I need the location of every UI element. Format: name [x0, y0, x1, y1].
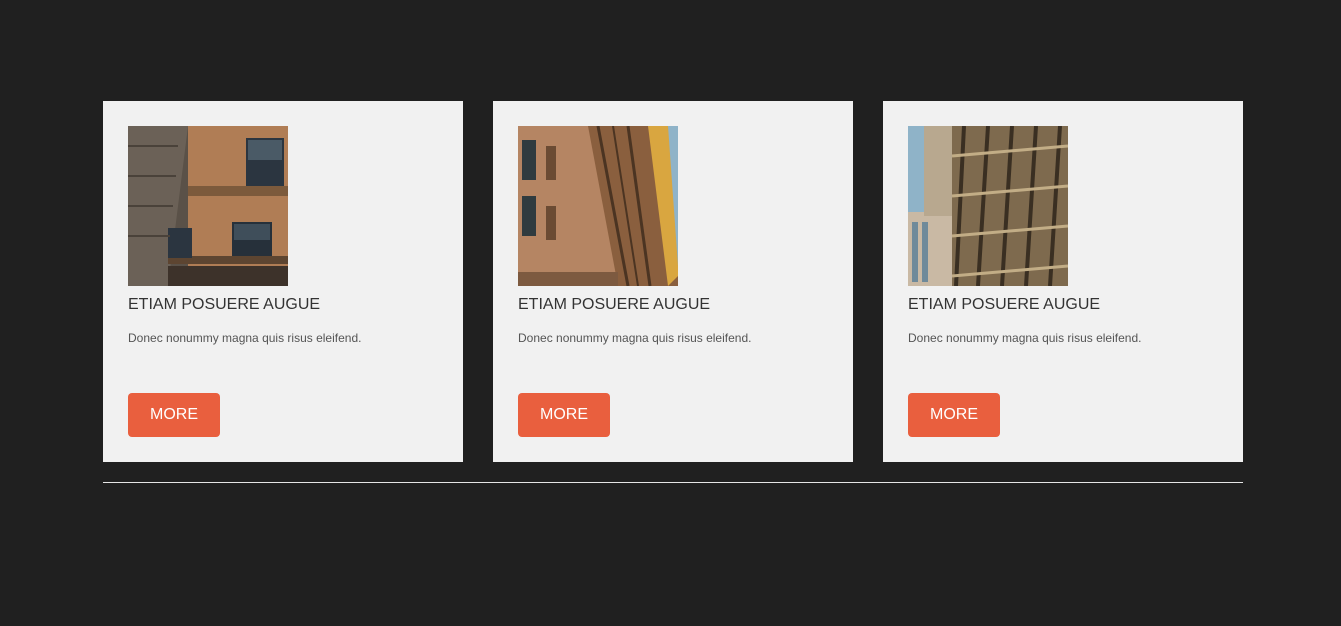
card-image-1: [128, 126, 288, 286]
card-list: ETIAM POSUERE AUGUE Donec nonummy magna …: [103, 101, 1243, 462]
more-button[interactable]: MORE: [908, 393, 1000, 437]
card-2: ETIAM POSUERE AUGUE Donec nonummy magna …: [493, 101, 853, 462]
card-description: Donec nonummy magna quis risus eleifend.: [128, 331, 362, 345]
card-title: ETIAM POSUERE AUGUE: [518, 296, 711, 313]
card-description: Donec nonummy magna quis risus eleifend.: [518, 331, 752, 345]
card-1: ETIAM POSUERE AUGUE Donec nonummy magna …: [103, 101, 463, 462]
more-button[interactable]: MORE: [518, 393, 610, 437]
card-3: ETIAM POSUERE AUGUE Donec nonummy magna …: [883, 101, 1243, 462]
divider: [103, 482, 1243, 483]
card-image-2: [518, 126, 678, 286]
card-title: ETIAM POSUERE AUGUE: [128, 296, 321, 313]
card-title: ETIAM POSUERE AUGUE: [908, 296, 1101, 313]
card-description: Donec nonummy magna quis risus eleifend.: [908, 331, 1142, 345]
more-button[interactable]: MORE: [128, 393, 220, 437]
card-image-3: [908, 126, 1068, 286]
